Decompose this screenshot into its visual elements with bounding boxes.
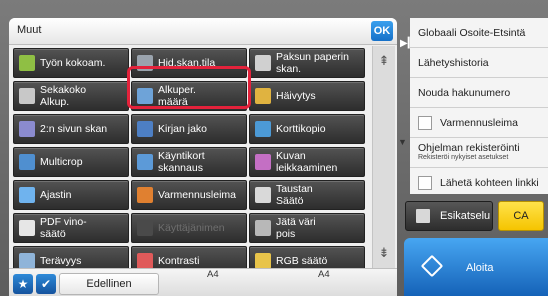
bottom-bar: ★ ✔ Edellinen A4 A4	[9, 268, 397, 296]
checkbox[interactable]	[418, 116, 432, 131]
function-button[interactable]: 2:n sivun skan	[13, 114, 129, 144]
menu-item-label: Varmennusleima	[440, 117, 519, 129]
function-button-label: Multicrop	[40, 156, 83, 168]
function-button-label: Työn kokoam.	[40, 57, 106, 69]
function-button-label: Varmennusleima	[158, 189, 237, 201]
function-button-label: Jätä väri pois	[276, 216, 316, 240]
function-button[interactable]: Korttikopio	[249, 114, 365, 144]
menu-item-sublabel: Rekisteröi nykyiset asetukset	[418, 154, 509, 161]
function-button[interactable]: Paksun paperin skan.	[249, 48, 365, 78]
function-button-label: Käyntikort skannaus	[158, 150, 205, 174]
image-crop-icon	[255, 154, 271, 170]
color-omit-icon	[255, 220, 271, 236]
menu-item-label: Ohjelman rekisteröinti	[418, 142, 520, 154]
function-button-label: RGB säätö	[276, 255, 328, 267]
function-button[interactable]: Käyntikort skannaus	[131, 147, 247, 177]
rgb-adjust-icon	[255, 253, 271, 269]
two-page-icon	[19, 121, 35, 137]
menu-item-program-register[interactable]: Ohjelman rekisteröinti Rekisteröi nykyise…	[410, 138, 548, 168]
pdf-skew-icon	[19, 220, 35, 236]
function-button-label: Korttikopio	[276, 123, 326, 135]
menu-item-send-history[interactable]: Lähetyshistoria	[410, 48, 548, 78]
star-icon[interactable]: ★	[13, 274, 33, 294]
check-icon[interactable]: ✔	[36, 274, 56, 294]
function-button-label: Paksun paperin skan.	[276, 51, 349, 75]
function-button-label: Sekakoko Alkup.	[40, 84, 87, 108]
contrast-icon	[137, 253, 153, 269]
grid-scrollbar[interactable]: ⇞ ⇟	[372, 46, 395, 268]
function-button-label: 2:n sivun skan	[40, 123, 108, 135]
function-button-label: Kirjan jako	[158, 123, 208, 135]
start-button[interactable]: Aloita	[404, 238, 548, 296]
function-button-label: Taustan Säätö	[276, 183, 313, 207]
other-functions-panel: Muut OK Työn kokoam. Hid.skan.tila Paksun …	[9, 18, 397, 296]
function-button[interactable]: Kuvan leikkaaminen	[249, 147, 365, 177]
preview-label: Esikatselu	[440, 210, 491, 222]
job-build-icon	[19, 55, 35, 71]
function-button[interactable]: Sekakoko Alkup.	[13, 81, 129, 111]
menu-item-verify-stamp[interactable]: Varmennusleima	[410, 108, 548, 138]
timer-icon	[19, 187, 35, 203]
menu-item-label: Lähetä kohteen linkki	[440, 177, 539, 189]
menu-item-label: Nouda hakunumero	[418, 87, 511, 99]
function-button-label: Kontrasti	[158, 255, 200, 267]
function-button-label: Käyttäjänimen	[158, 222, 225, 234]
preview-button[interactable]: Esikatselu	[405, 201, 493, 231]
start-label: Aloita	[466, 262, 494, 274]
start-icon	[420, 254, 444, 278]
function-button[interactable]: PDF vino- säätö	[13, 213, 129, 243]
background-adjust-icon	[255, 187, 271, 203]
menu-item-label: Globaali Osoite-Etsintä	[418, 27, 526, 39]
book-split-icon	[137, 121, 153, 137]
menu-scroll-down-icon[interactable]: ▼	[398, 137, 407, 147]
card-copy-icon	[255, 121, 271, 137]
menu-item-global-address-search[interactable]: Globaali Osoite-Etsintä	[410, 18, 548, 48]
right-menu-panel: Globaali Osoite-Etsintä Lähetyshistoria …	[410, 18, 548, 194]
verify-stamp-icon	[137, 187, 153, 203]
function-button[interactable]: Varmennusleima	[131, 180, 247, 210]
function-button[interactable]: Työn kokoam.	[13, 48, 129, 78]
menu-item-send-link[interactable]: Lähetä kohteen linkki	[410, 168, 548, 198]
paper-size-label: A4	[318, 269, 330, 280]
function-button-label: Ajastin	[40, 189, 72, 201]
username-icon	[137, 220, 153, 236]
function-button[interactable]: Taustan Säätö	[249, 180, 365, 210]
previous-button[interactable]: Edellinen	[59, 273, 159, 295]
function-button[interactable]: Ajastin	[13, 180, 129, 210]
panel-titlebar: Muut OK	[9, 18, 397, 45]
business-card-icon	[137, 154, 153, 170]
function-button[interactable]: Jätä väri pois	[249, 213, 365, 243]
multicrop-icon	[19, 154, 35, 170]
function-button[interactable]: Multicrop	[13, 147, 129, 177]
thick-paper-icon	[255, 55, 271, 71]
selection-highlight	[127, 66, 251, 109]
function-button: Käyttäjänimen	[131, 213, 247, 243]
function-button[interactable]: Häivytys	[249, 81, 365, 111]
sharpness-icon	[19, 253, 35, 269]
paper-size-label: A4	[207, 269, 219, 280]
function-button-label: PDF vino- säätö	[40, 216, 87, 240]
scroll-down-icon[interactable]: ⇟	[374, 242, 394, 264]
ok-button[interactable]: OK	[371, 21, 393, 41]
function-button-label: Kuvan leikkaaminen	[276, 150, 338, 174]
function-button-label: Terävyys	[40, 255, 82, 267]
scroll-up-icon[interactable]: ⇞	[374, 50, 394, 72]
checkbox[interactable]	[418, 176, 432, 191]
menu-item-retrieve-number[interactable]: Nouda hakunumero	[410, 78, 548, 108]
function-button-label: Häivytys	[276, 90, 316, 102]
menu-item-label: Lähetyshistoria	[418, 57, 489, 69]
function-button[interactable]: Kirjan jako	[131, 114, 247, 144]
fade-icon	[255, 88, 271, 104]
preview-icon	[416, 209, 430, 223]
mixed-size-icon	[19, 88, 35, 104]
clear-all-button[interactable]: CA	[498, 201, 544, 231]
panel-title: Muut	[17, 24, 42, 36]
